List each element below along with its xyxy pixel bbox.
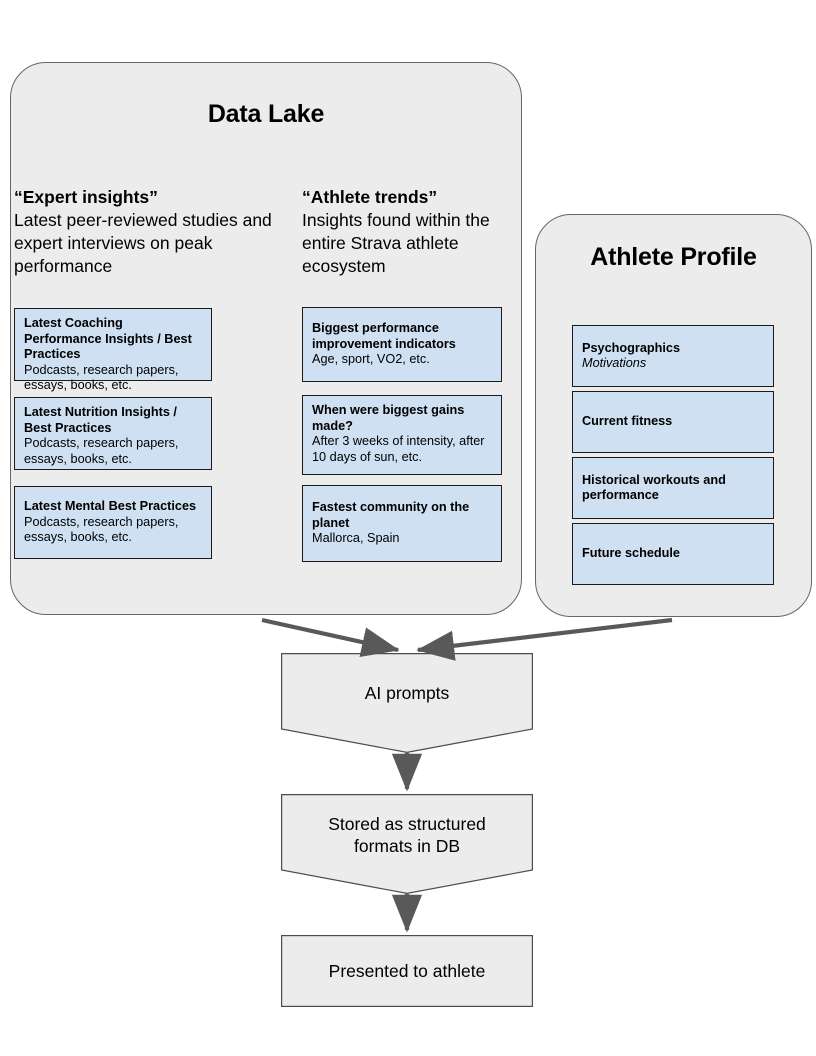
card-subtitle: After 3 weeks of intensity, after 10 day…	[312, 434, 485, 464]
card-title: Fastest community on the planet	[312, 500, 470, 530]
athlete-trends-heading-block: “Athlete trends” Insights found within t…	[302, 186, 517, 278]
card-subtitle: Podcasts, research papers, essays, books…	[24, 514, 179, 545]
flow-step-presented-to-athlete[interactable]: Presented to athlete	[281, 935, 533, 1007]
data-lake-title: Data Lake	[207, 100, 325, 128]
flow-step-label: AI prompts	[364, 683, 450, 703]
expert-insights-description: Latest peer-reviewed studies and expert …	[14, 210, 272, 276]
card-when-were-biggest-gains-made[interactable]: When were biggest gains made? After 3 we…	[302, 395, 502, 475]
card-future-schedule[interactable]: Future schedule	[572, 523, 774, 585]
flow-step-stored-in-db[interactable]: Stored as structured formats in DB	[281, 794, 533, 894]
card-title: Biggest performance improvement indicato…	[312, 321, 456, 351]
diagram-canvas: Data Lake “Expert insights” Latest peer-…	[0, 0, 816, 1056]
card-title: Current fitness	[582, 414, 673, 429]
card-latest-coaching-performance[interactable]: Latest Coaching Performance Insights / B…	[14, 308, 212, 392]
card-latest-mental-best-practices[interactable]: Latest Mental Best Practices Podcasts, r…	[14, 486, 212, 559]
arrow-athlete-profile-to-ai-prompts	[416, 617, 673, 661]
card-title: Latest Coaching Performance Insights / B…	[24, 316, 192, 361]
athlete-trends-heading: “Athlete trends”	[302, 187, 438, 207]
expert-insights-heading: “Expert insights”	[14, 187, 158, 207]
card-title: Latest Mental Best Practices	[24, 499, 197, 514]
card-subtitle: Age, sport, VO2, etc.	[312, 352, 430, 367]
card-psychographics[interactable]: Psychographics Motivations	[572, 325, 774, 387]
card-historical-workouts-and-performance[interactable]: Historical workouts and performance	[572, 457, 774, 519]
card-title: Latest Nutrition Insights / Best Practic…	[24, 405, 177, 435]
card-subtitle: Podcasts, research papers, essays, books…	[24, 436, 179, 466]
flow-step-ai-prompts[interactable]: AI prompts	[281, 653, 533, 753]
card-title: When were biggest gains made?	[312, 403, 465, 433]
athlete-trends-description: Insights found within the entire Strava …	[302, 210, 490, 276]
athlete-profile-title: Athlete Profile	[590, 243, 757, 271]
card-fastest-community-on-the-planet[interactable]: Fastest community on the planet Mallorca…	[302, 485, 502, 562]
card-subtitle: Motivations	[582, 356, 647, 370]
expert-insights-heading-block: “Expert insights” Latest peer-reviewed s…	[14, 186, 276, 278]
flow-step-label: Stored as structured formats in DB	[328, 814, 486, 856]
flow-step-label: Presented to athlete	[328, 961, 486, 981]
card-biggest-performance-indicators[interactable]: Biggest performance improvement indicato…	[302, 307, 502, 382]
card-title: Historical workouts and performance	[582, 472, 726, 503]
card-current-fitness[interactable]: Current fitness	[572, 391, 774, 453]
card-subtitle: Podcasts, research papers, essays, books…	[24, 362, 179, 393]
card-title: Future schedule	[582, 546, 680, 561]
arrow-data-lake-to-ai-prompts	[261, 617, 400, 657]
card-subtitle: Mallorca, Spain	[312, 531, 400, 546]
card-latest-nutrition-insights[interactable]: Latest Nutrition Insights / Best Practic…	[14, 397, 212, 470]
card-title: Psychographics	[582, 340, 681, 355]
